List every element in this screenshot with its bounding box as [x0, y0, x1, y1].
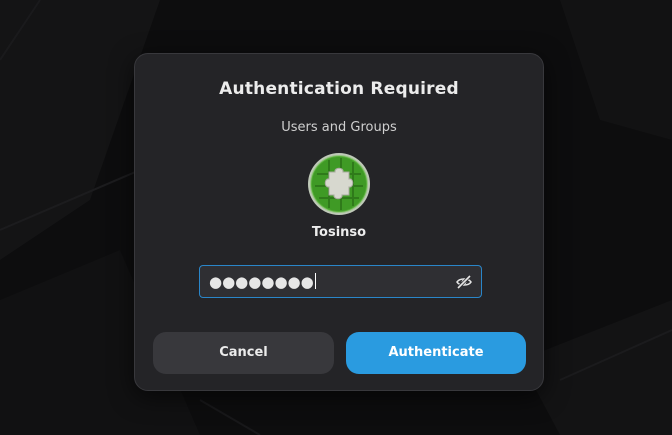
password-masked-value: ●●●●●●●● [209, 273, 316, 291]
authenticate-button[interactable]: Authenticate [346, 332, 526, 374]
authentication-dialog: Authentication Required Users and Groups… [134, 53, 544, 391]
text-caret [314, 273, 316, 289]
dialog-subtitle: Users and Groups [281, 120, 397, 135]
puzzle-piece-avatar-icon [308, 153, 370, 215]
cancel-button[interactable]: Cancel [153, 332, 334, 374]
dialog-title: Authentication Required [219, 79, 459, 99]
user-name: Tosinso [311, 225, 367, 240]
password-field[interactable]: ●●●●●●●● [199, 265, 482, 298]
eye-slash-icon[interactable] [455, 273, 473, 291]
